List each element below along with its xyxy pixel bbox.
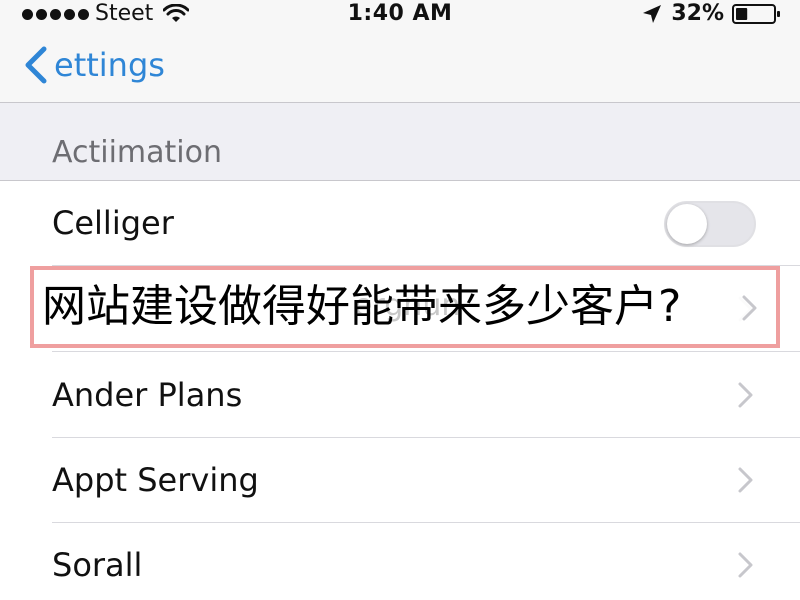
settings-list: Celliger Ander Plans Appt Serving Sorall — [0, 180, 800, 600]
status-right: 32% — [641, 0, 782, 28]
row-label: Appt Serving — [52, 461, 259, 499]
location-arrow-icon — [643, 5, 662, 23]
row-label: Ander Plans — [52, 376, 243, 414]
status-bar: Steet 1:40 AM 32% — [0, 0, 800, 28]
chevron-right-icon — [738, 552, 753, 578]
chevron-right-icon — [742, 295, 757, 321]
list-row-sorall[interactable]: Sorall — [0, 523, 800, 600]
celliger-toggle[interactable] — [664, 201, 756, 247]
chevron-left-icon — [25, 46, 47, 84]
section-header: Actiimation — [0, 103, 800, 179]
back-button[interactable]: ettings — [22, 38, 165, 92]
row-label: Sorall — [52, 546, 143, 584]
overlay-headline: 网站建设做得好能带来多少客户? — [42, 281, 682, 332]
list-row-ander-plans[interactable]: Ander Plans — [0, 353, 800, 438]
overlay-banner: ergnun 网站建设做得好能带来多少客户? — [30, 266, 780, 348]
chevron-right-icon — [738, 382, 753, 408]
row-divider — [52, 351, 800, 352]
battery-icon — [732, 4, 780, 24]
settings-screen: Steet 1:40 AM 32% ettings Actiimation Ce… — [0, 0, 800, 600]
navigation-bar: ettings — [0, 28, 800, 103]
battery-percentage: 32% — [671, 1, 724, 26]
back-button-label: ettings — [54, 46, 165, 84]
section-header-text: Actiimation — [52, 135, 222, 170]
chevron-right-icon — [738, 467, 753, 493]
row-label: Celliger — [52, 204, 174, 242]
toggle-knob — [667, 204, 707, 244]
list-row-appt-serving[interactable]: Appt Serving — [0, 438, 800, 523]
list-row-celliger: Celliger — [0, 181, 800, 266]
